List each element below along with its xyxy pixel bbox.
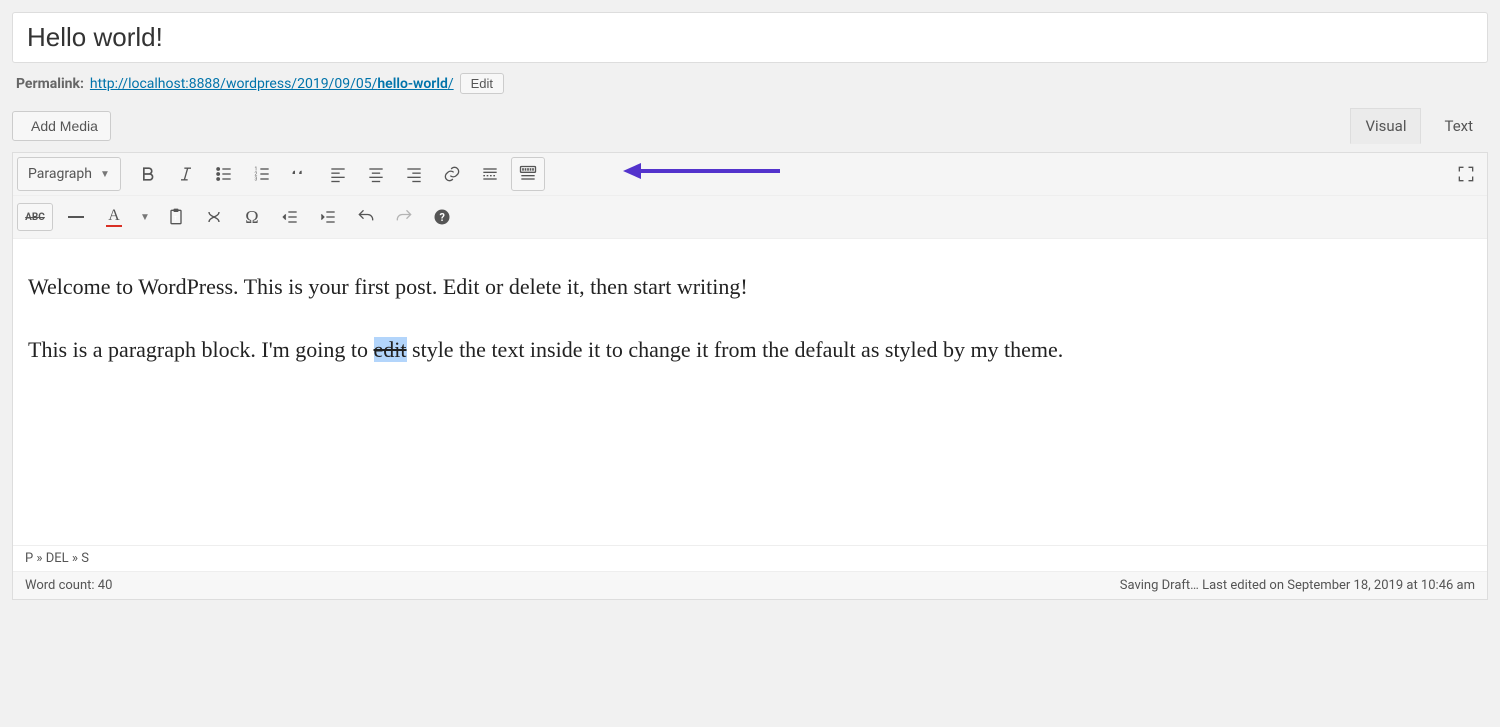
svg-text:?: ? [440,211,445,224]
permalink-label: Permalink: [16,76,84,92]
save-status: Saving Draft… Last edited on September 1… [1120,578,1475,593]
insert-more-button[interactable] [473,157,507,191]
post-title-input[interactable] [25,21,1475,54]
content-paragraph-2[interactable]: This is a paragraph block. I'm going to … [28,332,1472,367]
annotation-arrow [623,163,780,179]
add-media-label: Add Media [31,118,98,134]
element-path[interactable]: P » DEL » S [13,545,1487,571]
content-p2-after: style the text inside it to change it fr… [407,337,1064,362]
italic-button[interactable] [169,157,203,191]
clear-formatting-button[interactable] [197,200,231,234]
blockquote-button[interactable] [283,157,317,191]
indent-button[interactable] [311,200,345,234]
svg-text:3: 3 [254,177,257,183]
insert-link-button[interactable] [435,157,469,191]
format-selector-label: Paragraph [28,166,92,182]
permalink-link[interactable]: http://localhost:8888/wordpress/2019/09/… [90,76,454,92]
fullscreen-button[interactable] [1449,157,1483,191]
bullet-list-button[interactable] [207,157,241,191]
toolbar-toggle-button[interactable] [511,157,545,191]
align-center-button[interactable] [359,157,393,191]
paste-as-text-button[interactable]: T [159,200,193,234]
tab-text[interactable]: Text [1429,108,1488,144]
arrow-line [640,169,780,173]
chevron-down-icon: ▼ [140,212,150,223]
editor-frame: Paragraph ▼ 123 ABC A ▼ T Ω ? [12,152,1488,600]
toolbar-row-1: Paragraph ▼ 123 [13,153,1487,196]
svg-text:T: T [174,214,178,222]
text-color-dropdown[interactable]: ▼ [135,200,155,234]
special-character-button[interactable]: Ω [235,200,269,234]
permalink-slug: hello-world [377,76,448,92]
word-count: Word count: 40 [25,578,112,593]
post-title-box [12,12,1488,63]
content-p2-selection: edit [374,337,407,362]
bold-button[interactable] [131,157,165,191]
strikethrough-abc-button[interactable]: ABC [17,203,53,231]
permalink-edit-button[interactable]: Edit [460,73,504,94]
content-paragraph-1[interactable]: Welcome to WordPress. This is your first… [28,269,1472,304]
media-row: Add Media Visual Text [12,108,1488,152]
horizontal-rule-button[interactable] [59,200,93,234]
undo-button[interactable] [349,200,383,234]
align-right-button[interactable] [397,157,431,191]
align-left-button[interactable] [321,157,355,191]
permalink-row: Permalink: http://localhost:8888/wordpre… [12,63,1488,108]
permalink-url-prefix: http://localhost:8888/wordpress/2019/09/… [90,76,377,92]
content-p2-before: This is a paragraph block. I'm going to [28,337,374,362]
text-color-button[interactable]: A [97,200,131,234]
editor-tabs: Visual Text [1350,108,1488,144]
editor-content[interactable]: Welcome to WordPress. This is your first… [13,239,1487,545]
help-button[interactable]: ? [425,200,459,234]
status-bar: Word count: 40 Saving Draft… Last edited… [13,571,1487,599]
tab-visual[interactable]: Visual [1350,108,1421,144]
redo-button[interactable] [387,200,421,234]
outdent-button[interactable] [273,200,307,234]
format-selector[interactable]: Paragraph ▼ [17,157,121,191]
arrow-head-icon [623,163,641,179]
toolbar-row-2: ABC A ▼ T Ω ? [13,196,1487,239]
add-media-button[interactable]: Add Media [12,111,111,141]
numbered-list-button[interactable]: 123 [245,157,279,191]
chevron-down-icon: ▼ [100,169,110,180]
